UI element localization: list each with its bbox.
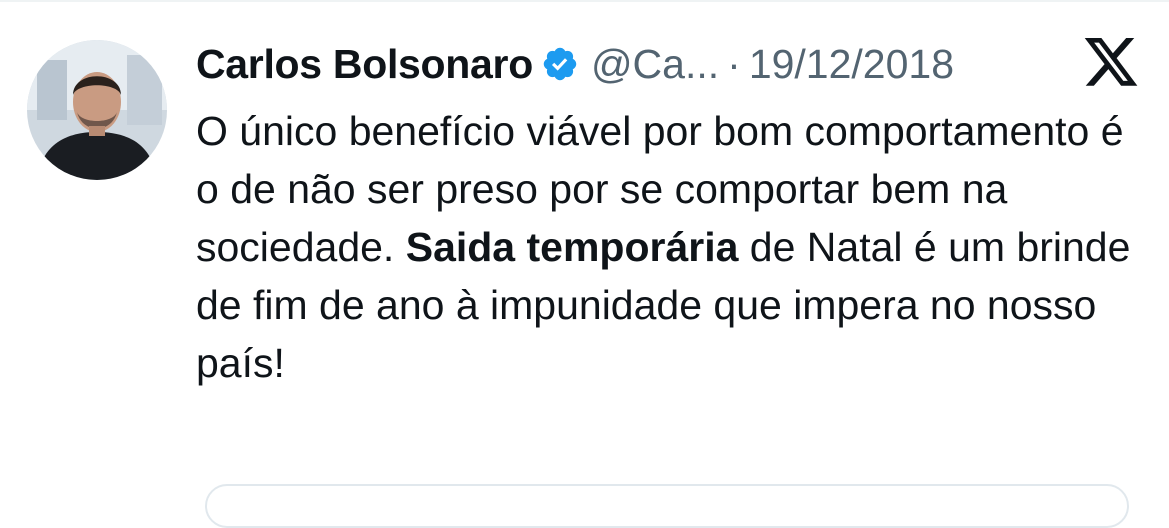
tweet-text-bold: Saida temporária <box>405 224 739 270</box>
author-name[interactable]: Carlos Bolsonaro <box>196 41 533 88</box>
verified-badge-icon <box>541 45 579 83</box>
tweet-text: O único benefício viável por bom comport… <box>196 102 1146 392</box>
x-logo-icon <box>1084 38 1140 88</box>
top-divider <box>0 0 1169 2</box>
tweet-header: Carlos Bolsonaro @Ca... · 19/12/2018 <box>196 36 1136 92</box>
avatar[interactable] <box>27 40 167 180</box>
tweet-date[interactable]: 19/12/2018 <box>749 41 954 88</box>
author-handle[interactable]: @Ca... <box>591 41 719 88</box>
embedded-card[interactable] <box>205 484 1129 528</box>
separator-dot: · <box>727 40 741 87</box>
